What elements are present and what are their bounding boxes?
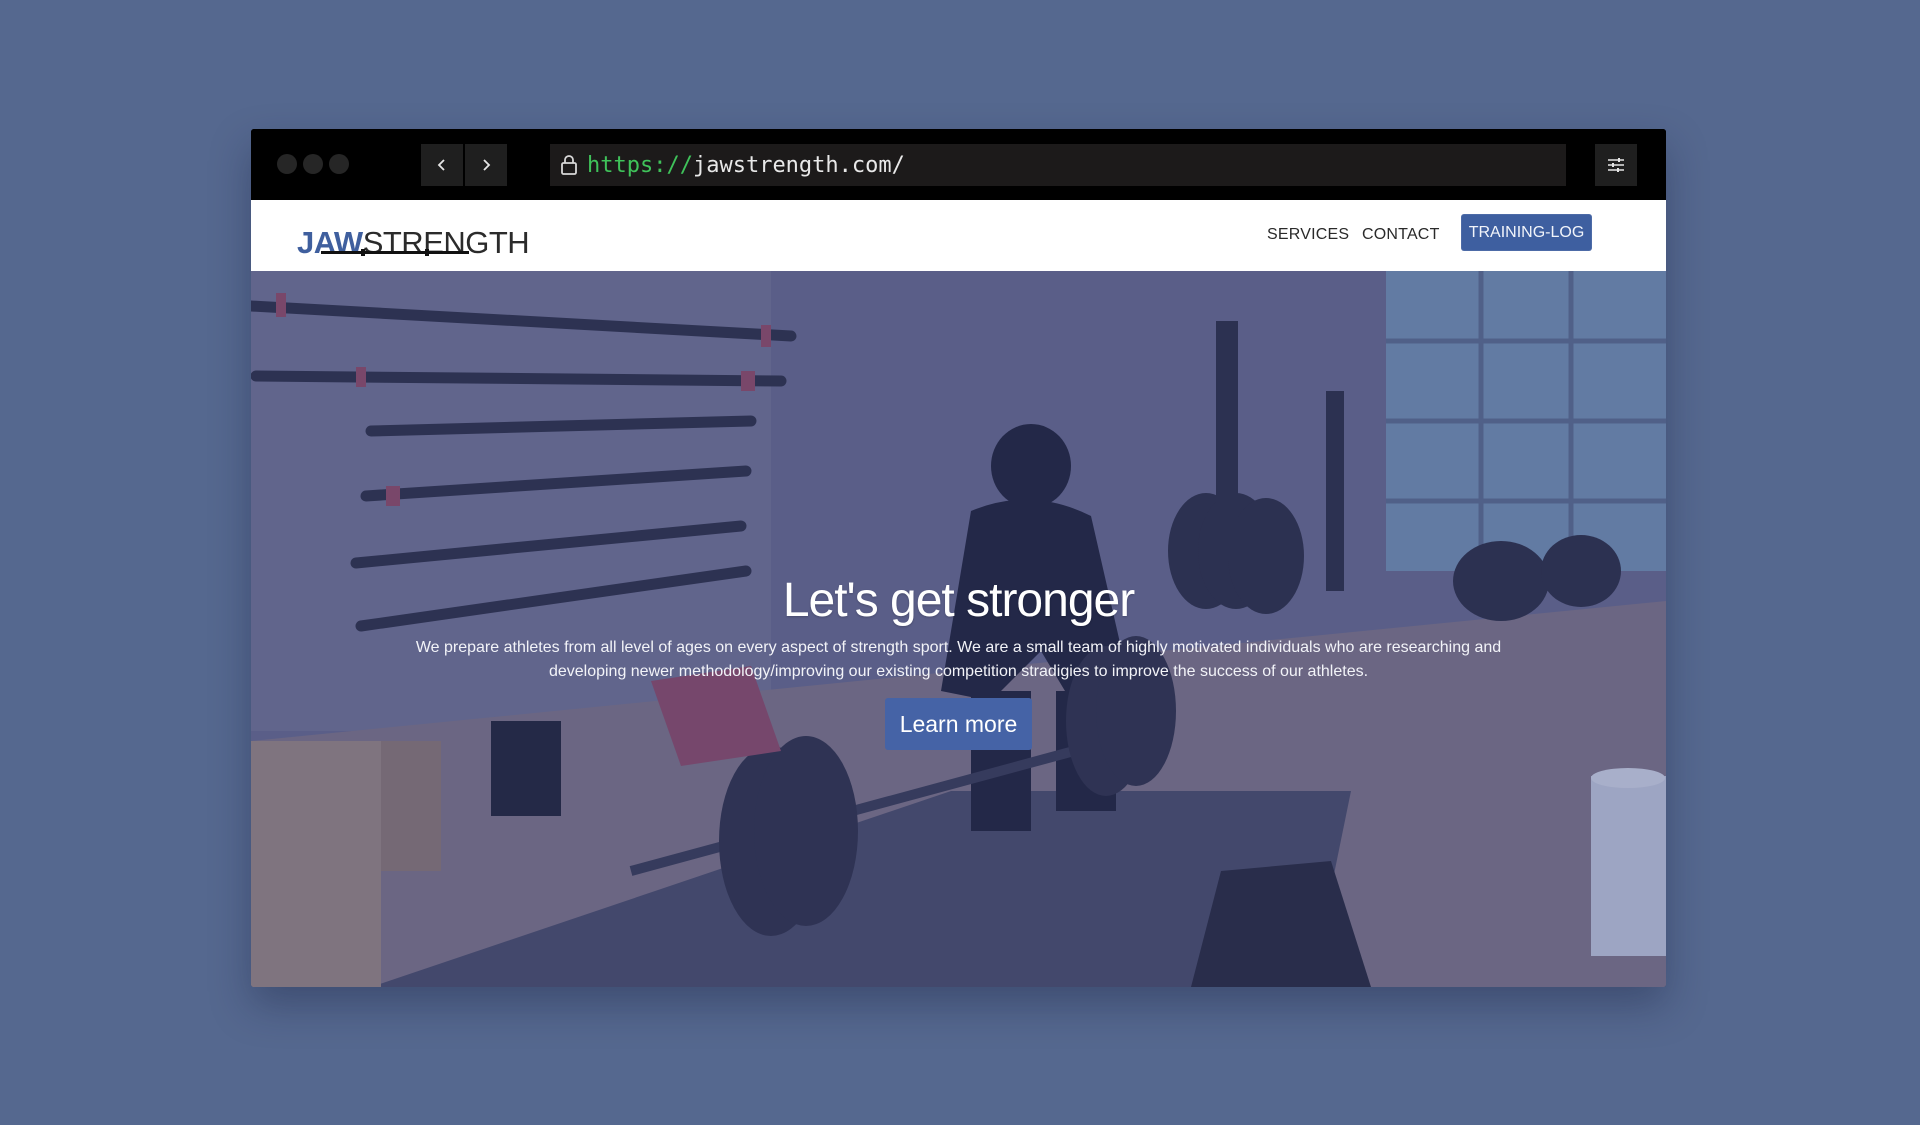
window-maximize-dot[interactable] (329, 154, 349, 174)
browser-window: https://jawstrength.com/ JAW STRENGTH SER… (251, 129, 1666, 987)
nav-services-link[interactable]: SERVICES (1267, 226, 1349, 244)
site-header: JAW STRENGTH SERVICES CONTACT TRAINING-LO… (251, 200, 1666, 271)
hero-section: Let's get stronger We prepare athletes f… (251, 271, 1666, 987)
window-minimize-dot[interactable] (303, 154, 323, 174)
hero-overlay (251, 271, 1666, 987)
browser-toolbar: https://jawstrength.com/ (251, 129, 1666, 200)
hero-description: We prepare athletes from all level of ag… (415, 639, 1502, 680)
forward-button[interactable] (465, 144, 507, 186)
hero-title: Let's get stronger (782, 574, 1135, 627)
chevron-left-icon (437, 159, 445, 171)
logo-barbell-mark (321, 249, 469, 256)
back-button[interactable] (421, 144, 463, 186)
chevron-right-icon (483, 159, 491, 171)
url-text: https://jawstrength.com/ (587, 153, 905, 178)
settings-button[interactable] (1595, 144, 1637, 186)
lock-icon (561, 155, 577, 175)
url-domain: jawstrength.com/ (692, 152, 905, 178)
nav-contact-link[interactable]: CONTACT (1362, 226, 1440, 244)
url-scheme: https:// (587, 152, 693, 178)
learn-more-button[interactable]: Learn more (885, 698, 1032, 750)
sliders-icon (1608, 158, 1624, 172)
window-close-dot[interactable] (277, 154, 297, 174)
address-bar[interactable]: https://jawstrength.com/ (550, 144, 1566, 186)
training-log-button[interactable]: TRAINING-LOG (1461, 214, 1592, 251)
